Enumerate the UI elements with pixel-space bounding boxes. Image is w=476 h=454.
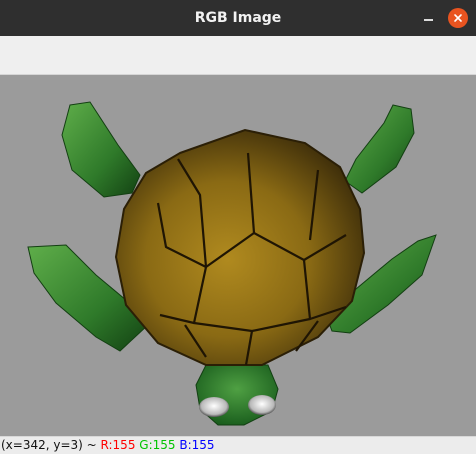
left-eye	[199, 397, 229, 417]
image-viewer-window: RGB Image (x=342, y=3) ~ R:155 G:155 B:1…	[0, 0, 476, 454]
close-button[interactable]	[448, 8, 468, 28]
status-bar: (x=342, y=3) ~ R:155 G:155 B:155	[0, 436, 476, 454]
toolbar	[0, 36, 476, 75]
window-title: RGB Image	[194, 10, 282, 26]
front-right-flipper	[344, 104, 415, 194]
image-canvas[interactable]	[0, 75, 476, 436]
minimize-button[interactable]	[418, 8, 438, 28]
turtle-image	[27, 101, 437, 426]
blue-value: B:155	[179, 438, 215, 452]
red-value: R:155	[100, 438, 136, 452]
title-bar[interactable]: RGB Image	[0, 0, 476, 36]
green-value: G:155	[139, 438, 176, 452]
minimize-icon	[423, 19, 433, 21]
front-left-flipper	[61, 101, 141, 198]
right-eye	[248, 395, 276, 415]
cursor-coordinates: (x=342, y=3) ~	[1, 438, 101, 452]
close-icon	[454, 14, 462, 22]
